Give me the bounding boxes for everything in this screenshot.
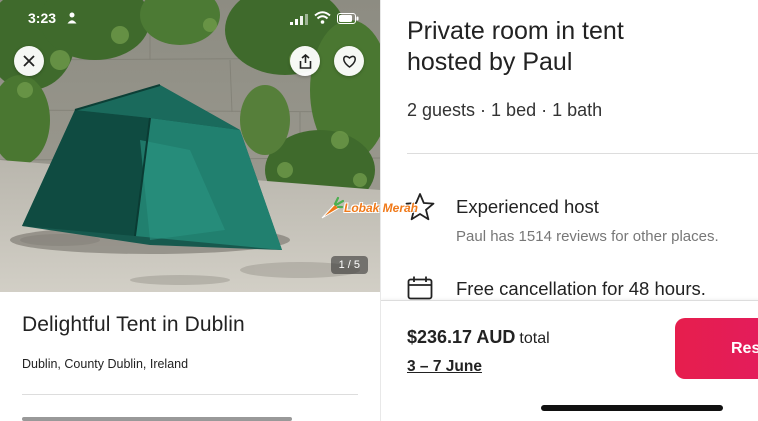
photo-counter: 1 / 5 [330,256,368,274]
highlight-title: Free cancellation for 48 hours. [456,278,706,299]
save-heart-button[interactable] [334,46,364,76]
watermark-text: Lobak Merah [344,201,419,215]
divider [407,153,758,154]
watermark: Lobak Merah [318,196,440,222]
price-amount: $236.17 AUD [407,327,516,347]
highlight-title: Experienced host [456,196,599,217]
reserve-button[interactable]: Res [675,318,758,379]
cut-off-description [22,413,292,421]
cellular-signal-icon [290,14,308,25]
price-suffix: total [519,330,550,347]
status-time: 3:23 [28,10,57,26]
room-summary: 2 guests · 1 bed · 1 bath [407,100,603,120]
tent-photo-illustration [0,0,380,292]
booking-footer: $236.17 AUD total 3 – 7 June Res [381,300,758,421]
calendar-icon [407,276,433,300]
listing-title: Delightful Tent in Dublin [22,313,245,336]
home-indicator[interactable] [541,405,723,411]
room-title-line1: Private room in tent [407,17,624,45]
status-bar: 3:23 [0,0,380,36]
close-icon [23,55,35,67]
share-button[interactable] [290,46,320,76]
listing-location[interactable]: Dublin, County Dublin, Ireland [22,357,188,371]
close-button[interactable] [14,46,44,76]
room-title: Private room in tent hosted by Paul [407,16,747,78]
wifi-icon [314,11,331,24]
price: $236.17 AUD total [407,327,550,348]
share-icon [299,53,311,69]
divider [22,394,358,395]
heart-icon [342,55,356,68]
date-range-link[interactable]: 3 – 7 June [407,358,482,376]
highlight-subtitle: Paul has 1514 reviews for other places. [456,228,719,245]
listing-photo[interactable]: 3:23 1 / 5 [0,0,380,292]
battery-icon [337,13,359,24]
carrot-logo-icon [321,196,345,219]
person-icon [67,12,77,24]
room-title-line2: hosted by Paul [407,48,573,76]
